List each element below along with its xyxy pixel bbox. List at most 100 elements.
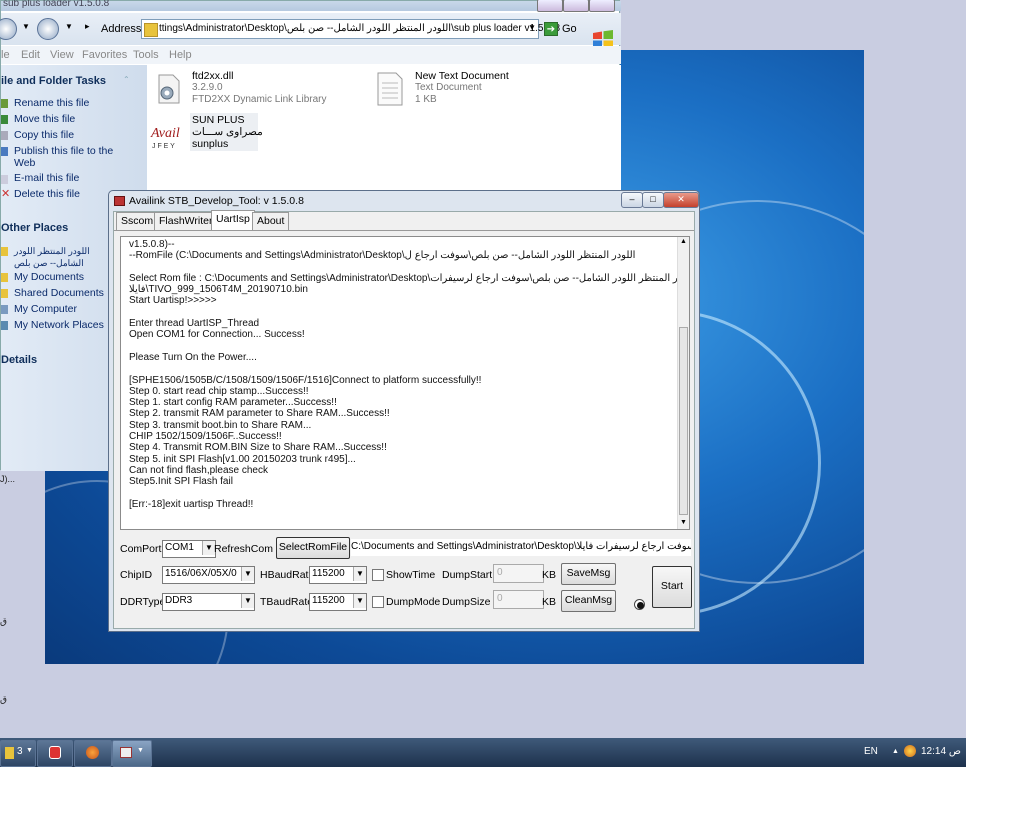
ddrtype-select[interactable]: DDR3 ▼ <box>162 593 255 611</box>
comport-select[interactable]: COM1 ▼ <box>162 540 216 558</box>
documents-icon <box>1 273 8 282</box>
scroll-up-icon[interactable]: ▲ <box>680 238 687 245</box>
dumpsize-input[interactable]: 0 <box>493 590 544 609</box>
chipid-value: 1516/06X/05X/0 <box>165 568 237 579</box>
showtime-label: ShowTime <box>386 569 436 581</box>
tray-app-icon[interactable] <box>904 745 916 757</box>
showtime-checkbox[interactable] <box>372 569 384 581</box>
dumpstart-input[interactable]: 0 <box>493 564 544 583</box>
start-button[interactable]: Start <box>652 566 692 608</box>
menu-tools[interactable]: Tools <box>133 49 159 61</box>
maximize-button[interactable] <box>563 0 589 12</box>
comport-label: ComPort <box>120 543 162 555</box>
explorer-title: sub plus loader v1.5.0.8 <box>3 0 110 9</box>
sunplus-logo[interactable]: Avail J F E Y <box>150 119 188 151</box>
status-radio[interactable] <box>634 599 645 610</box>
explorer-titlebar[interactable]: sub plus loader v1.5.0.8 <box>1 0 621 12</box>
desktop-icon-label[interactable]: ق <box>0 616 7 627</box>
chevron-right-icon[interactable]: ▸ <box>85 21 90 32</box>
back-button[interactable] <box>0 18 17 40</box>
hbaudrate-select[interactable]: 115200 ▼ <box>309 566 367 584</box>
window-controls <box>531 0 621 12</box>
tool-title: Availink STB_Develop_Tool: v 1.5.0.8 <box>129 195 304 207</box>
taskbar-availink-tool[interactable]: ▼ <box>112 740 152 767</box>
forward-dropdown-icon[interactable]: ▼ <box>65 22 73 31</box>
select-rom-file-button[interactable]: SelectRomFile <box>276 537 350 559</box>
other-places-heading[interactable]: Other Places <box>1 222 68 234</box>
menu-view[interactable]: View <box>50 49 74 61</box>
file-name[interactable]: ftd2xx.dll <box>192 70 233 82</box>
show-hidden-icons[interactable]: ▲ <box>892 748 899 755</box>
tab-sscom[interactable]: Sscom <box>116 212 159 231</box>
go-arrow-icon[interactable]: ➔ <box>544 22 558 36</box>
scroll-down-icon[interactable]: ▼ <box>680 519 687 526</box>
file-name[interactable]: SUN PLUS <box>192 114 245 126</box>
place-my-network[interactable]: My Network Places <box>14 319 104 331</box>
chipid-select[interactable]: 1516/06X/05X/0 ▼ <box>162 566 255 584</box>
chevron-down-icon[interactable]: ▼ <box>353 594 366 608</box>
tab-about[interactable]: About <box>252 212 290 231</box>
desktop-icon-label[interactable]: ق <box>0 694 7 705</box>
task-delete[interactable]: Delete this file <box>14 188 80 200</box>
menu-bar: le Edit View Favorites Tools Help <box>1 46 621 64</box>
publish-icon <box>1 147 8 156</box>
task-email[interactable]: E-mail this file <box>14 172 79 184</box>
dumpmode-checkbox[interactable] <box>372 596 384 608</box>
copy-icon <box>1 131 8 140</box>
save-msg-button[interactable]: SaveMsg <box>561 563 616 585</box>
collapse-icon[interactable]: ⌃ <box>123 75 130 84</box>
chevron-down-icon[interactable]: ▼ <box>353 567 366 581</box>
file-folder-tasks-heading[interactable]: ile and Folder Tasks <box>1 75 106 87</box>
details-heading[interactable]: Details <box>1 354 37 366</box>
log-scrollbar[interactable]: ▲ ▼ <box>677 237 689 529</box>
file-name[interactable]: New Text Document <box>415 70 509 82</box>
taskbar-firefox[interactable] <box>74 740 112 767</box>
chevron-down-icon[interactable]: ▼ <box>241 567 254 581</box>
desktop-icon-label[interactable]: J)... <box>0 474 15 484</box>
clean-msg-button[interactable]: CleanMsg <box>561 590 616 612</box>
tab-uartisp[interactable]: UartIsp <box>211 210 255 231</box>
menu-favorites[interactable]: Favorites <box>82 49 127 61</box>
minimize-button[interactable] <box>537 0 563 12</box>
forward-button[interactable] <box>37 18 59 40</box>
place-my-documents[interactable]: My Documents <box>14 271 84 283</box>
clock[interactable]: 12:14 ص <box>921 746 961 757</box>
refresh-com-button[interactable]: RefreshCom <box>214 543 273 555</box>
place-parent-folder[interactable]: اللودر المنتظر اللودر الشامل-- صن بلص <box>14 245 114 269</box>
log-output[interactable]: v1.5.0.8)-- --RomFile (C:\Documents and … <box>120 236 690 530</box>
file-item[interactable] <box>375 71 405 107</box>
place-my-computer[interactable]: My Computer <box>14 303 77 315</box>
menu-edit[interactable]: Edit <box>21 49 40 61</box>
back-dropdown-icon[interactable]: ▼ <box>22 22 30 31</box>
task-copy[interactable]: Copy this file <box>14 129 74 141</box>
taskbar-explorer-group[interactable]: 3 ▼ <box>0 740 36 767</box>
place-shared-documents[interactable]: Shared Documents <box>14 287 104 299</box>
tbaudrate-select[interactable]: 115200 ▼ <box>309 593 367 611</box>
task-publish[interactable]: Publish this file to the Web <box>14 145 124 169</box>
close-button[interactable]: ✕ <box>663 192 699 208</box>
minimize-button[interactable]: – <box>621 192 643 208</box>
scrollbar-thumb[interactable] <box>679 327 688 515</box>
task-move[interactable]: Move this file <box>14 113 75 125</box>
taskbar-app-red[interactable] <box>37 740 73 767</box>
tool-titlebar[interactable]: Availink STB_Develop_Tool: v 1.5.0.8 – □… <box>109 191 699 211</box>
chevron-down-icon[interactable]: ▼ <box>528 23 536 32</box>
email-icon <box>1 175 8 184</box>
tbaudrate-label: TBaudRate <box>260 596 314 608</box>
rom-path-field[interactable]: C:\Documents and Settings\Administrator\… <box>351 539 691 556</box>
chevron-down-icon[interactable]: ▼ <box>241 594 254 608</box>
language-indicator[interactable]: EN <box>864 746 878 757</box>
tab-flashwriter[interactable]: FlashWriter <box>154 212 218 231</box>
address-input[interactable]: ttings\Administrator\Desktop\اللودر المن… <box>141 19 560 39</box>
menu-file[interactable]: le <box>1 49 10 61</box>
app-icon <box>120 747 132 758</box>
file-item[interactable] <box>155 73 183 105</box>
task-rename[interactable]: Rename this file <box>14 97 89 109</box>
app-icon <box>49 746 61 759</box>
maximize-button[interactable]: □ <box>642 192 664 208</box>
dumpstart-label: DumpStart <box>442 569 493 581</box>
close-button[interactable] <box>589 0 615 12</box>
go-button[interactable]: Go <box>562 23 577 35</box>
menu-help[interactable]: Help <box>169 49 192 61</box>
address-toolbar: ▼ ▼ ▸ Address ttings\Administrator\Deskt… <box>0 13 621 50</box>
